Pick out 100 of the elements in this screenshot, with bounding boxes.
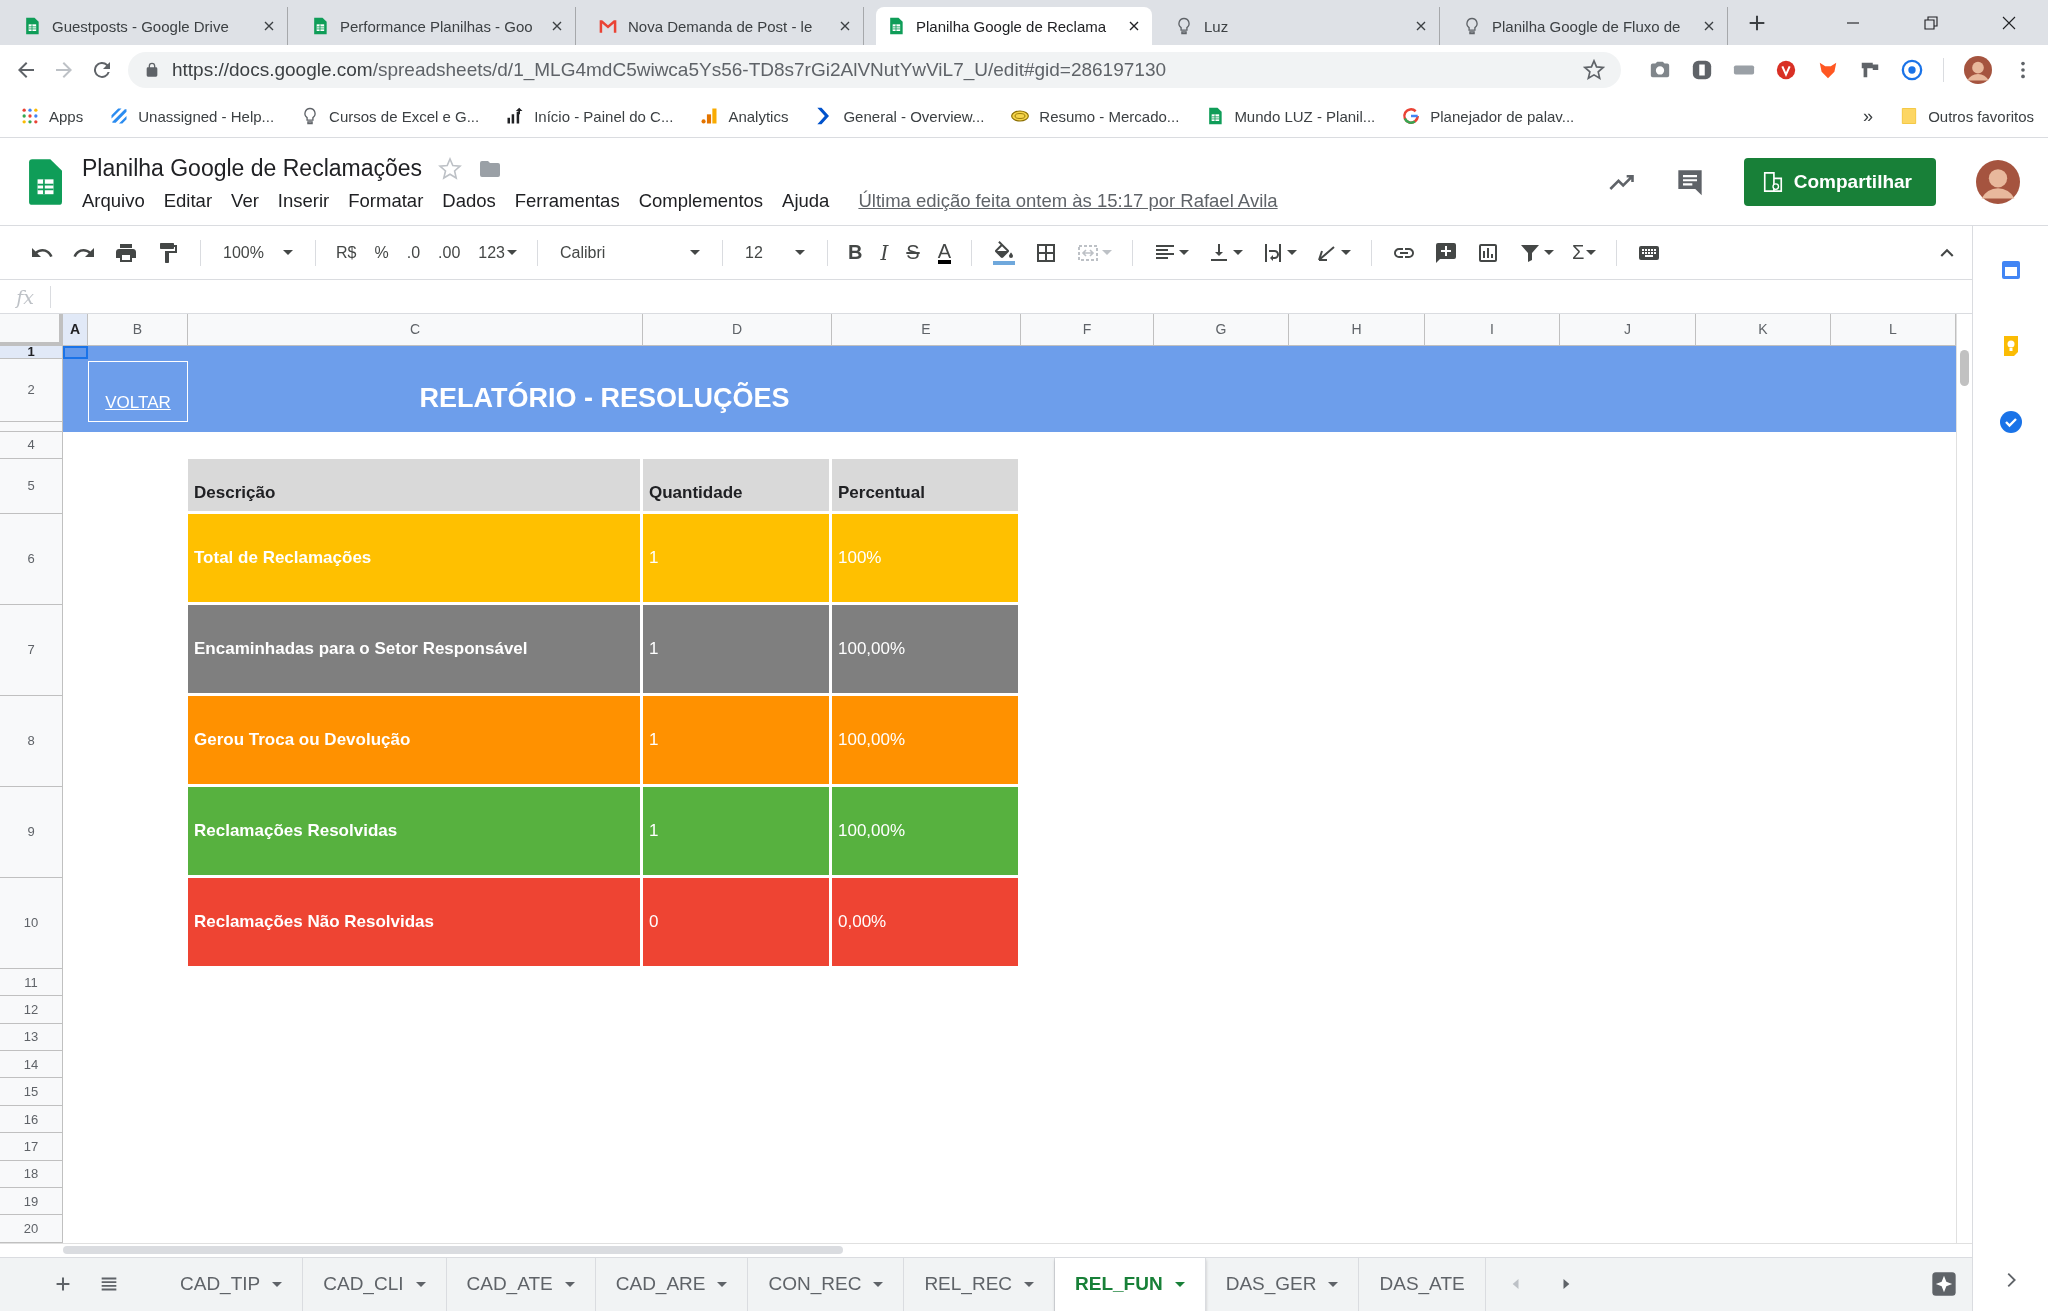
menu-item[interactable]: Editar [163, 190, 213, 212]
table-header-cell: Descrição [188, 458, 640, 511]
explore-icon[interactable] [1930, 1270, 1958, 1299]
sheet-tab[interactable]: CON_REC [748, 1257, 905, 1311]
last-edit-link[interactable]: Última edição feita ontem às 15:17 por Rafael Avila [858, 190, 1278, 212]
menu-item[interactable]: Formatar [348, 190, 424, 212]
sheet-tab[interactable]: REL_FUN [1055, 1257, 1206, 1311]
row-header[interactable]: 16 [0, 1105, 63, 1134]
bookmark-folder[interactable]: Outros favoritos [1899, 106, 2034, 126]
ring-icon [1401, 106, 1422, 126]
bookmark[interactable]: Unassigned - Help... [109, 106, 275, 126]
bookmark[interactable]: Analytics [699, 106, 789, 126]
tasks-icon[interactable] [1998, 410, 2023, 434]
sheets-logo-icon[interactable] [28, 158, 62, 205]
menu-item[interactable]: Inserir [277, 190, 330, 212]
sheet-tab[interactable]: CAD_CLI [303, 1257, 447, 1311]
row-header[interactable]: 4 [0, 431, 63, 459]
row-header[interactable]: 17 [0, 1133, 63, 1161]
column-header[interactable]: F [1021, 313, 1154, 346]
restore-icon[interactable] [1922, 13, 1940, 32]
format-button[interactable]: B [842, 237, 869, 269]
table-cell: 100,00% [832, 695, 1018, 784]
format-button[interactable]: A [931, 237, 958, 268]
table-cell: 1 [643, 513, 829, 602]
browser-tab[interactable]: Performance Planilhas - Goo [300, 7, 576, 45]
column-header[interactable]: A [63, 313, 88, 346]
star-icon[interactable] [1583, 59, 1605, 81]
format-button[interactable]: .0 [400, 239, 427, 266]
row-header[interactable]: 20 [0, 1215, 63, 1243]
star-icon[interactable] [438, 156, 463, 181]
sheet-tab[interactable]: CAD_ARE [595, 1257, 749, 1311]
column-header[interactable]: J [1560, 313, 1696, 346]
row-header[interactable]: 13 [0, 1023, 63, 1052]
fill-color-icon [992, 240, 1017, 265]
bookmark[interactable]: Mundo LUZ - Planil... [1205, 106, 1376, 126]
address-bar[interactable]: https://docs.google.com/spreadsheets/d/1_MLG4mdC5wiwca5Ys56-TD8s7rGi2AlVNutYwViL7_U/edit#gid=286197130 [128, 52, 1621, 88]
browser-tab[interactable]: Planilha Google de Reclama [876, 7, 1152, 45]
format-button[interactable]: .00 [432, 239, 467, 266]
row-header[interactable]: 5 [0, 458, 63, 514]
table-cell: Gerou Troca ou Devolução [188, 695, 640, 784]
avatar-icon[interactable] [1964, 56, 1992, 84]
column-header[interactable]: L [1831, 313, 1956, 346]
row-header[interactable]: 18 [0, 1160, 63, 1189]
comments-icon[interactable] [1675, 167, 1704, 196]
column-header[interactable]: D [643, 313, 832, 346]
format-button[interactable]: I [874, 236, 895, 269]
menu-item[interactable]: Ferramentas [514, 190, 620, 212]
dropdown[interactable]: Calibri [552, 239, 708, 266]
browser-tab[interactable]: Guestposts - Google Drive [12, 7, 288, 45]
format-button[interactable]: 123 [472, 239, 523, 266]
browser-tab[interactable]: Luz [1164, 7, 1440, 45]
share-button[interactable]: Compartilhar [1743, 157, 1936, 206]
sheet-tab[interactable]: CAD_TIP [160, 1257, 304, 1311]
row-header[interactable]: 8 [0, 695, 63, 787]
menu-item[interactable]: Dados [442, 190, 496, 212]
sheet-tab[interactable]: DAS_ATE [1359, 1257, 1486, 1311]
menu-item[interactable]: Ver [231, 190, 259, 212]
bookmark[interactable]: Cursos de Excel e G... [300, 106, 480, 126]
column-header[interactable]: G [1154, 313, 1289, 346]
menu-item[interactable]: Complementos [638, 190, 764, 212]
format-button[interactable]: Σ [1566, 237, 1603, 269]
menu-item[interactable]: Arquivo [82, 190, 145, 212]
column-header[interactable]: I [1425, 313, 1560, 346]
format-button[interactable]: R$ [330, 239, 363, 266]
sheet-tab[interactable]: CAD_ATE [446, 1257, 596, 1311]
format-button[interactable]: % [368, 239, 395, 266]
dropdown[interactable]: 100% [215, 239, 301, 266]
row-header[interactable]: 11 [0, 968, 63, 997]
bookmark[interactable]: Resumo - Mercado... [1010, 106, 1180, 126]
row-header[interactable]: 9 [0, 786, 63, 878]
column-header[interactable]: H [1289, 313, 1425, 346]
row-header[interactable]: 7 [0, 604, 63, 696]
row-header[interactable]: 6 [0, 513, 63, 605]
row-header[interactable]: 15 [0, 1078, 63, 1106]
more-bookmarks[interactable]: » [1863, 105, 1874, 127]
bookmark[interactable]: Início - Painel do C... [505, 106, 674, 126]
row-header[interactable]: 12 [0, 996, 63, 1024]
sheet-tab[interactable]: DAS_GER [1205, 1257, 1360, 1311]
document-title[interactable]: Planilha Google de Reclamações [82, 155, 423, 182]
bookmark[interactable]: General - Overview... [814, 106, 985, 126]
row-header[interactable]: 10 [0, 877, 63, 969]
extension-icon[interactable] [1775, 59, 1797, 81]
column-header[interactable]: B [88, 313, 188, 346]
row-header[interactable]: 19 [0, 1188, 63, 1216]
dropdown[interactable]: 12 [737, 239, 813, 266]
row-header[interactable]: 14 [0, 1051, 63, 1079]
extension-icon[interactable] [1901, 59, 1923, 81]
browser-tab[interactable]: Nova Demanda de Post - le [588, 7, 864, 45]
format-button[interactable]: S [900, 237, 926, 269]
extension-icon[interactable] [1691, 59, 1713, 81]
column-header[interactable]: K [1696, 313, 1831, 346]
column-header[interactable]: E [832, 313, 1021, 346]
browser-tab[interactable]: Planilha Google de Fluxo de [1452, 7, 1728, 45]
avatar-icon[interactable] [1976, 159, 2020, 204]
report-title: RELATÓRIO - RESOLUÇÕES [419, 382, 790, 415]
menu-item[interactable]: Ajuda [782, 190, 830, 212]
row-header[interactable]: 2 [0, 358, 63, 422]
column-header[interactable]: C [188, 313, 643, 346]
bookmark[interactable]: Planejador de palav... [1401, 106, 1575, 126]
bookmark[interactable]: Apps [20, 106, 84, 126]
